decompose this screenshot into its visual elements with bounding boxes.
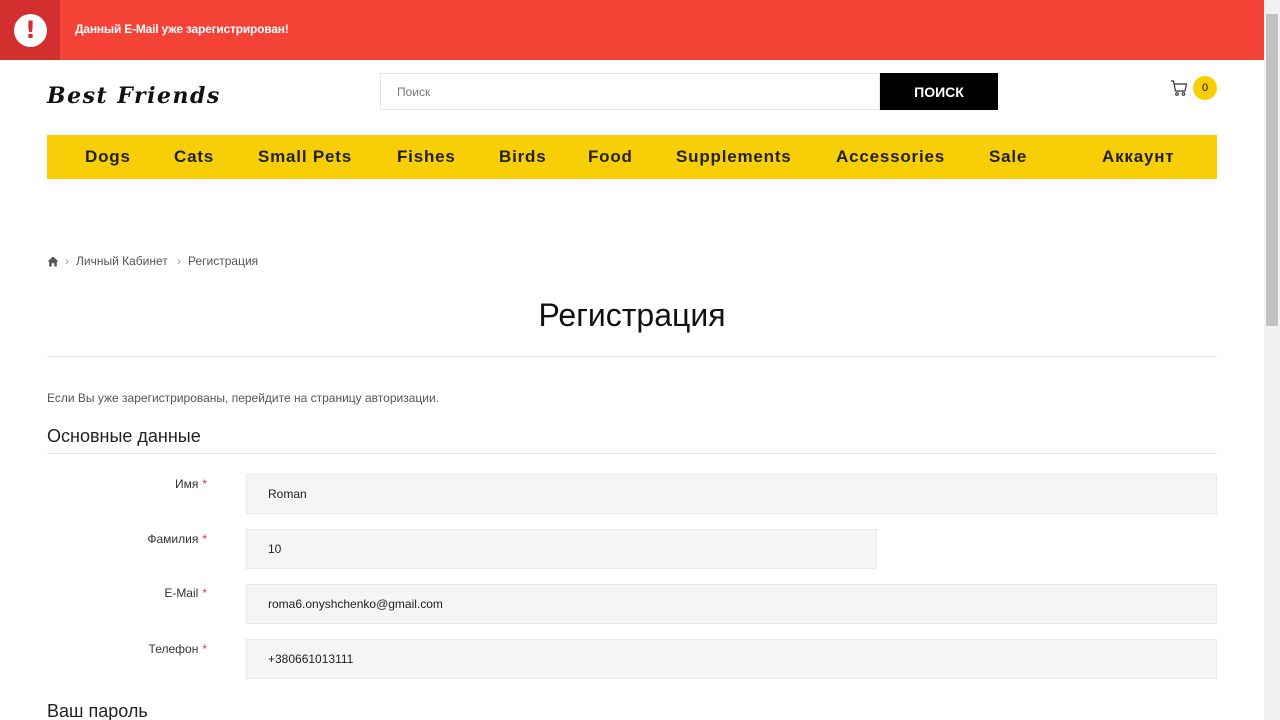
required-mark: * xyxy=(202,477,207,491)
page-title: Регистрация xyxy=(538,297,726,333)
email-input[interactable] xyxy=(246,584,1217,624)
search-button[interactable]: ПОИСК xyxy=(880,73,998,110)
firstname-label-text: Имя xyxy=(174,477,199,491)
firstname-input[interactable] xyxy=(246,474,1217,514)
page-scrollbar[interactable] xyxy=(1264,0,1280,720)
nav-item-food[interactable]: Food xyxy=(588,135,633,179)
nav-item-supplements[interactable]: Supplements xyxy=(676,135,792,179)
phone-label-text: Телефон xyxy=(148,642,199,656)
section-title-password: Ваш пароль xyxy=(47,701,148,720)
chevron-right-icon: › xyxy=(177,254,181,268)
search-input[interactable] xyxy=(380,73,880,110)
nav-item-sale[interactable]: Sale xyxy=(989,135,1027,179)
nav-item-fishes[interactable]: Fishes xyxy=(397,135,456,179)
breadcrumb-register-link[interactable]: Регистрация xyxy=(188,254,258,268)
nav-item-cats[interactable]: Cats xyxy=(174,135,214,179)
breadcrumb-account-link[interactable]: Личный Кабинет xyxy=(76,254,168,268)
email-label: E-Mail * xyxy=(47,586,207,600)
nav-item-small-pets[interactable]: Small Pets xyxy=(258,135,352,179)
cart-button[interactable]: 0 xyxy=(1170,76,1218,100)
section-title-personal: Основные данные xyxy=(47,426,201,446)
exclamation-icon: ! xyxy=(14,14,47,47)
main-nav: Dogs Cats Small Pets Fishes Birds Food S… xyxy=(47,135,1217,179)
chevron-right-icon: › xyxy=(65,254,69,268)
site-logo[interactable]: Best Friends xyxy=(47,83,221,109)
phone-label: Телефон * xyxy=(47,642,207,656)
home-icon[interactable] xyxy=(47,256,59,267)
nav-item-dogs[interactable]: Dogs xyxy=(85,135,131,179)
login-hint-text[interactable]: Если Вы уже зарегистрированы, перейдите … xyxy=(47,391,439,405)
nav-item-account[interactable]: Аккаунт xyxy=(1102,135,1174,179)
title-divider xyxy=(47,356,1217,357)
lastname-label: Фамилия * xyxy=(47,532,207,546)
section-divider xyxy=(47,453,1217,454)
required-mark: * xyxy=(202,586,207,600)
scrollbar-thumb[interactable] xyxy=(1266,14,1278,326)
cart-icon xyxy=(1171,80,1188,96)
phone-input[interactable] xyxy=(246,639,1217,679)
nav-item-accessories[interactable]: Accessories xyxy=(836,135,945,179)
nav-item-birds[interactable]: Birds xyxy=(499,135,546,179)
lastname-input[interactable] xyxy=(246,529,877,569)
required-mark: * xyxy=(202,532,207,546)
lastname-label-text: Фамилия xyxy=(147,532,199,546)
email-label-text: E-Mail xyxy=(164,586,199,600)
required-mark: * xyxy=(202,642,207,656)
firstname-label: Имя * xyxy=(47,477,207,491)
cart-count-badge: 0 xyxy=(1193,76,1217,100)
error-alert: ! Данный E-Mail уже зарегистрирован! xyxy=(0,0,1264,60)
alert-icon-box: ! xyxy=(0,0,60,60)
alert-message: Данный E-Mail уже зарегистрирован! xyxy=(75,22,289,36)
